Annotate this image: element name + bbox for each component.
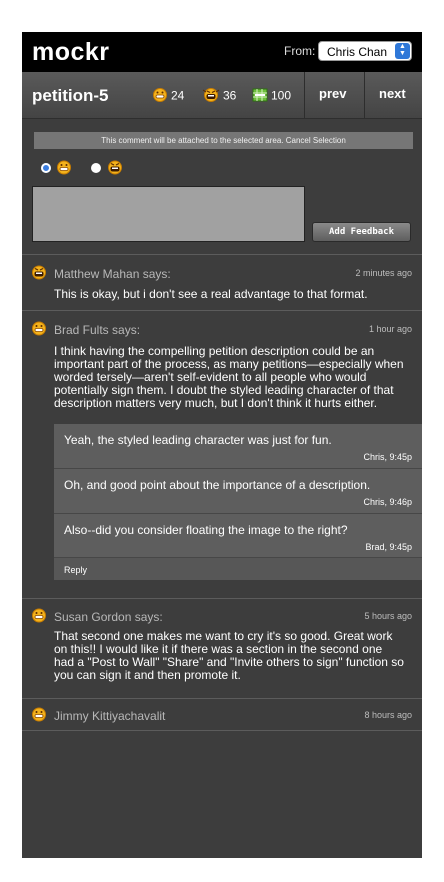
stat-grid-value: 100 xyxy=(271,88,292,103)
page-title: petition-5 xyxy=(32,86,109,105)
from-user-select[interactable]: Chris Chan ▲ ▼ xyxy=(318,41,412,61)
angry-face-icon xyxy=(30,265,48,285)
selection-notice[interactable]: This comment will be attached to the sel… xyxy=(34,132,413,149)
from-label: From: xyxy=(284,44,316,58)
nav-divider xyxy=(304,72,305,118)
comment-author: Matthew Mahan says: xyxy=(54,267,171,281)
from-user-value: Chris Chan xyxy=(327,45,388,59)
happy-face-icon xyxy=(152,88,168,105)
divider xyxy=(22,698,422,699)
prev-button[interactable]: prev xyxy=(319,86,346,101)
happy-face-icon xyxy=(31,321,47,341)
rating-radio-happy[interactable] xyxy=(41,163,51,173)
comment-author: Brad Fults says: xyxy=(54,323,141,337)
reply-text: Oh, and good point about the importance … xyxy=(64,478,371,492)
app-logo: mockr xyxy=(32,38,110,66)
comment-line: description matters very much, but I don… xyxy=(54,396,378,410)
next-button[interactable]: next xyxy=(379,86,406,101)
nav-divider xyxy=(364,72,365,118)
title-bar: petition-5 24 36 100 prev next xyxy=(22,72,422,119)
reply-item: Yeah, the styled leading character was j… xyxy=(54,424,422,469)
reply-meta: Brad, 9:45p xyxy=(365,542,412,552)
happy-face-icon xyxy=(31,608,47,628)
select-arrows-icon: ▲ ▼ xyxy=(395,43,410,59)
feedback-textarea[interactable] xyxy=(32,186,305,242)
reply-link[interactable]: Reply xyxy=(64,565,87,575)
rating-radio-angry[interactable] xyxy=(91,163,101,173)
reply-text: Also--did you consider floating the imag… xyxy=(64,523,348,537)
angry-face-icon xyxy=(202,88,220,105)
reply-bar xyxy=(54,558,422,580)
divider xyxy=(22,598,422,599)
add-feedback-button[interactable]: Add Feedback xyxy=(312,222,411,242)
comment-time: 2 minutes ago xyxy=(355,268,412,278)
stat-happy-value: 24 xyxy=(171,88,185,103)
comment-time: 1 hour ago xyxy=(368,324,412,334)
angry-face-icon xyxy=(106,160,124,180)
reply-meta: Chris, 9:45p xyxy=(363,452,412,462)
comment-author: Susan Gordon says: xyxy=(54,610,163,624)
comment-body: I think having the compelling petition d… xyxy=(54,345,404,410)
comment-body: This is okay, but i don't see a real adv… xyxy=(54,288,368,301)
divider xyxy=(22,254,422,255)
reply-meta: Chris, 9:46p xyxy=(363,497,412,507)
divider xyxy=(22,310,422,311)
comment-time: 8 hours ago xyxy=(364,710,412,720)
stat-happy: 24 xyxy=(152,88,184,105)
comment-author: Jimmy Kittiyachavalit xyxy=(54,709,166,723)
stat-grid: 100 xyxy=(252,88,291,105)
comment-line: This is okay, but i don't see a real adv… xyxy=(54,287,368,301)
reply-item: Also--did you consider floating the imag… xyxy=(54,514,422,558)
happy-face-icon xyxy=(56,160,72,180)
feedback-panel: mockr From: Chris Chan ▲ ▼ petition-5 24 … xyxy=(22,32,422,858)
top-bar: mockr From: Chris Chan ▲ ▼ xyxy=(22,32,422,72)
happy-face-icon xyxy=(31,707,47,727)
divider xyxy=(22,730,422,731)
comment-line: you can sign it and then promote it. xyxy=(54,668,241,682)
reply-thread: Yeah, the styled leading character was j… xyxy=(54,424,422,580)
comment-time: 5 hours ago xyxy=(364,611,412,621)
stat-angry-value: 36 xyxy=(223,88,237,103)
comment-body: That second one makes me want to cry it'… xyxy=(54,630,404,682)
stat-angry: 36 xyxy=(202,88,236,105)
grid-icon xyxy=(252,88,268,105)
reply-text: Yeah, the styled leading character was j… xyxy=(64,433,332,447)
reply-item: Oh, and good point about the importance … xyxy=(54,469,422,514)
